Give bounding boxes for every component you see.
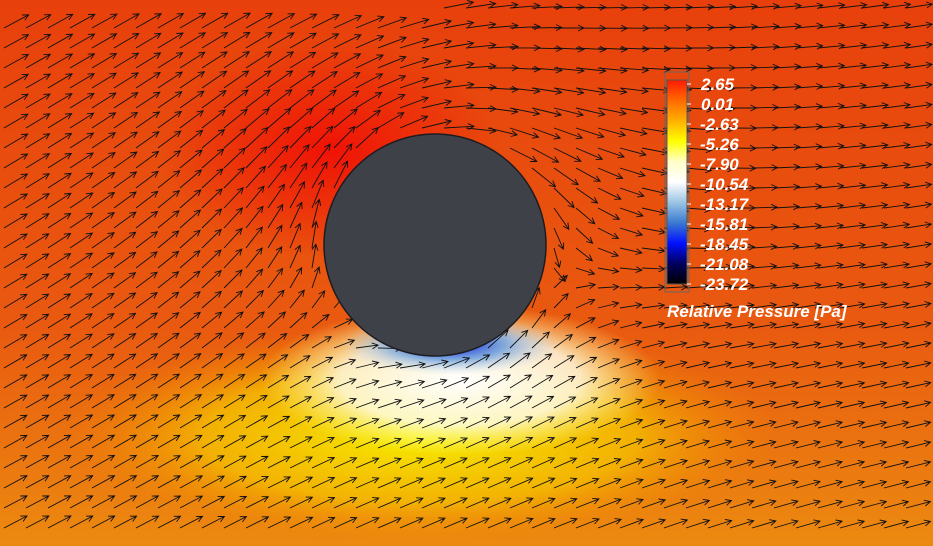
colorbar-scale	[666, 79, 688, 285]
colorbar-tick-label: -2.63	[700, 115, 739, 134]
colorbar-tick-label: -7.90	[700, 155, 739, 174]
cylinder	[323, 133, 547, 357]
colorbar-tick-label: 2.65	[700, 75, 735, 94]
contour-field: 2.650.01-2.63-5.26-7.90-10.54-13.17-15.8…	[0, 0, 933, 546]
colorbar-tick-label: -10.54	[700, 175, 749, 194]
colorbar-tick-label: -13.17	[700, 195, 750, 214]
colorbar-tick-label: -21.08	[700, 255, 749, 274]
colorbar-tick-label: -23.72	[700, 275, 749, 294]
colorbar-tick-label: -15.81	[700, 215, 748, 234]
colorbar-title: Relative Pressure [Pa]	[667, 302, 848, 321]
pressure-plot: 2.65 0.01 -2.63 -5.26 -7.90 -10.54 -13.17 -15.8…	[0, 0, 933, 546]
colorbar-tick-label: -18.45	[700, 235, 749, 254]
colorbar-tick-label: 0.01	[701, 95, 734, 114]
colorbar-tick-label: -5.26	[700, 135, 739, 154]
